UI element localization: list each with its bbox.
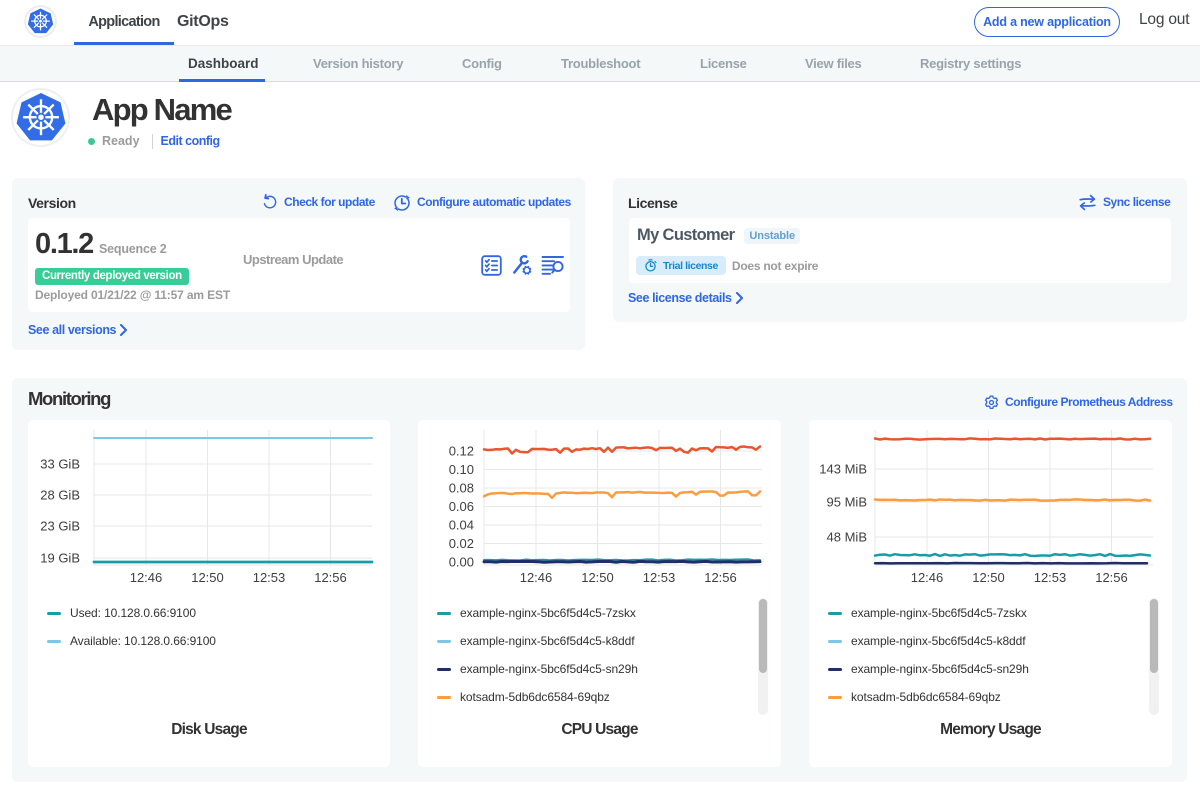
svg-text:143 MiB: 143 MiB	[819, 462, 867, 477]
svg-text:12:50: 12:50	[972, 570, 1005, 585]
svg-text:0.12: 0.12	[449, 444, 474, 459]
svg-text:12:46: 12:46	[520, 570, 553, 585]
svg-text:0.04: 0.04	[449, 518, 474, 533]
svg-text:12:56: 12:56	[1095, 570, 1128, 585]
svg-text:0.06: 0.06	[449, 499, 474, 514]
svg-text:28 GiB: 28 GiB	[40, 488, 80, 503]
svg-text:0.08: 0.08	[449, 481, 474, 496]
svg-text:12:53: 12:53	[1034, 570, 1067, 585]
svg-text:19 GiB: 19 GiB	[40, 551, 80, 566]
svg-text:12:53: 12:53	[253, 570, 286, 585]
svg-text:95 MiB: 95 MiB	[827, 495, 867, 510]
svg-text:12:46: 12:46	[911, 570, 944, 585]
svg-text:0.10: 0.10	[449, 462, 474, 477]
svg-text:12:53: 12:53	[643, 570, 676, 585]
svg-text:12:56: 12:56	[314, 570, 347, 585]
svg-text:23 GiB: 23 GiB	[40, 519, 80, 534]
svg-text:0.02: 0.02	[449, 536, 474, 551]
svg-text:33 GiB: 33 GiB	[40, 457, 80, 472]
svg-text:0.00: 0.00	[449, 555, 474, 570]
svg-text:12:56: 12:56	[704, 570, 737, 585]
svg-text:48 MiB: 48 MiB	[827, 530, 867, 545]
svg-text:12:46: 12:46	[130, 570, 163, 585]
svg-text:12:50: 12:50	[581, 570, 614, 585]
svg-text:12:50: 12:50	[191, 570, 224, 585]
